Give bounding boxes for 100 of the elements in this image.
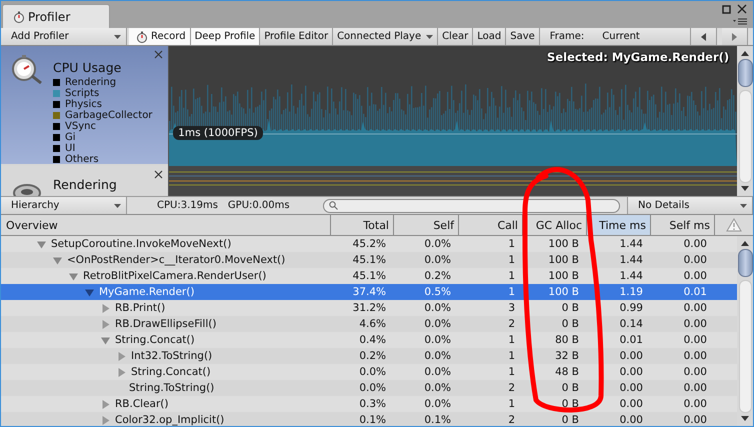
table-cell-text: 45.2%	[352, 238, 387, 250]
table-cell-text: 1	[507, 398, 516, 410]
table-cell-text: 1.44	[618, 238, 644, 250]
table-row[interactable]: <OnPostRender>c__Iterator0.MoveNext() 45.1% 0.0% 1 100 B 1.44 0.00	[1, 252, 737, 268]
table-cell-text: 0.00	[618, 414, 644, 426]
table-cell-text: 80 B	[554, 334, 580, 346]
table-cell-text: 0.00	[618, 366, 644, 378]
collapsed-arrow-icon[interactable]	[101, 304, 110, 312]
toolbar-button[interactable]: Clear	[438, 28, 474, 45]
table-cell-text: 0.0%	[358, 382, 387, 394]
table-row[interactable]: RB.DrawEllipseFill() 4.6% 0.0% 2 0 B 0.14 0.00	[1, 316, 737, 332]
frame-label: Frame:	[550, 31, 584, 42]
table-cell-text: 0.3%	[358, 398, 387, 410]
table-cell-text: 1	[507, 254, 516, 266]
table-cell-text: 0.1%	[423, 414, 452, 426]
table-row[interactable]: MyGame.Render() 37.4% 0.5% 1 100 B 1.19 0.01	[1, 284, 737, 300]
table-cell-text: 31.2%	[352, 302, 387, 314]
stopwatch-magnifier-icon	[11, 54, 43, 84]
table-row[interactable]: Int32.ToString() 0.2% 0.0% 1 32 B 0.00 0.00	[1, 348, 737, 364]
legend-label: Physics	[65, 99, 102, 110]
down-arrow-icon	[741, 416, 749, 421]
table-cell-text: 0.00	[682, 238, 708, 250]
column-header[interactable]: Total	[331, 215, 394, 235]
column-header[interactable]: Call	[459, 215, 523, 235]
previous-frame-button[interactable]	[691, 28, 717, 45]
expanded-arrow-icon[interactable]	[101, 336, 110, 344]
table-cell-text: 0 B	[560, 318, 580, 330]
up-arrow-icon	[741, 241, 749, 246]
expanded-arrow-icon[interactable]	[53, 256, 62, 264]
table-cell-text: 0.99	[618, 302, 644, 314]
search-icon	[328, 201, 338, 210]
details-dropdown[interactable]: No Details	[627, 197, 753, 214]
add-profiler-dropdown[interactable]: Add Profiler	[1, 28, 127, 45]
warning-icon	[726, 218, 742, 232]
table-cell-text: 0.0%	[423, 350, 452, 362]
table-cell-text: 0.0%	[358, 366, 387, 378]
table-cell-text: 0.00	[682, 334, 708, 346]
collapsed-arrow-icon[interactable]	[101, 400, 110, 408]
table-cell-text: 100 B	[547, 238, 580, 250]
toolbar-button[interactable]: Save	[506, 28, 540, 45]
table-cell-text: 0.0%	[423, 238, 452, 250]
function-name: RB.Print()	[115, 302, 166, 314]
function-name: Color32.op_Implicit()	[115, 414, 224, 426]
legend-label: GarbageCollector	[65, 110, 152, 121]
collapsed-arrow-icon[interactable]	[117, 368, 126, 376]
column-header[interactable]: Overview	[1, 215, 331, 235]
table-row[interactable]: String.ToString() 0.0% 0.0% 2 0 B 0.00 0.00	[1, 380, 737, 396]
search-field[interactable]	[322, 198, 620, 212]
caret-icon	[114, 204, 121, 208]
table-cell-text: 0.00	[682, 414, 708, 426]
table-cell-text: 1.19	[618, 286, 644, 298]
stopwatch-icon	[136, 30, 148, 42]
table-cell-text: 0.00	[682, 350, 708, 362]
caret-icon	[426, 34, 434, 38]
next-frame-button[interactable]	[722, 28, 748, 45]
collapsed-arrow-icon[interactable]	[101, 416, 110, 424]
table-cell-text: 0.00	[618, 398, 644, 410]
collapsed-arrow-icon[interactable]	[101, 320, 110, 328]
collapsed-arrow-icon[interactable]	[117, 352, 126, 360]
player-dropdown[interactable]: Connected Playe	[333, 28, 438, 45]
scrollbar[interactable]	[737, 236, 753, 426]
menu-icon	[733, 18, 747, 25]
table-cell-text: 0.00	[682, 398, 708, 410]
table-row[interactable]: Color32.op_Implicit() 0.1% 0.1% 2 0 B 0.00 0.00	[1, 412, 737, 426]
down-arrow-icon	[741, 186, 750, 191]
table-cell-text: 100 B	[547, 270, 580, 282]
legend-label: Rendering	[65, 77, 116, 88]
expanded-arrow-icon[interactable]	[85, 288, 94, 296]
legend-label: VSync	[65, 121, 96, 132]
cpu-time: CPU:3.19ms	[157, 200, 218, 211]
scroll-thumb[interactable]	[738, 59, 753, 87]
function-name: <OnPostRender>c__Iterator0.MoveNext()	[67, 254, 286, 266]
table-cell-text: 0 B	[560, 398, 580, 410]
toggle-button[interactable]: Profile Editor	[260, 28, 334, 45]
scrollbar[interactable]	[737, 46, 753, 196]
expanded-arrow-icon[interactable]	[37, 240, 46, 248]
table-cell-text: 2	[507, 414, 516, 426]
module-panel[interactable]: Rendering	[1, 166, 168, 196]
toggle-button[interactable]: Deep Profile	[190, 28, 260, 45]
module-panel[interactable]: CPU Usage Rendering Scripts Physics GarbageCollector VSync Gi UI Others	[1, 46, 168, 166]
expanded-arrow-icon[interactable]	[69, 272, 78, 280]
table-cell-text: 0.0%	[423, 254, 452, 266]
column-header[interactable]: Self	[394, 215, 459, 235]
column-header[interactable]: Time ms	[587, 215, 651, 235]
maximize-icon	[722, 4, 731, 14]
table-cell-text: 1	[507, 366, 516, 378]
record-toggle[interactable]: Record	[129, 28, 191, 45]
function-name: String.Concat()	[131, 366, 211, 378]
table-cell-text: 0.0%	[423, 302, 452, 314]
window-tab[interactable]: Profiler	[2, 4, 110, 28]
table-cell-text: 0.00	[682, 270, 708, 282]
column-header[interactable]: Self ms	[651, 215, 715, 235]
close-icon	[737, 4, 747, 14]
toolbar-button[interactable]: Load	[473, 28, 506, 45]
close-icon	[154, 50, 164, 59]
stopwatch-icon	[13, 11, 25, 23]
table-cell-text: 45.1%	[352, 254, 387, 266]
scroll-thumb[interactable]	[738, 249, 752, 277]
left-arrow-icon	[701, 32, 706, 40]
view-dropdown[interactable]: Hierarchy	[1, 197, 127, 214]
